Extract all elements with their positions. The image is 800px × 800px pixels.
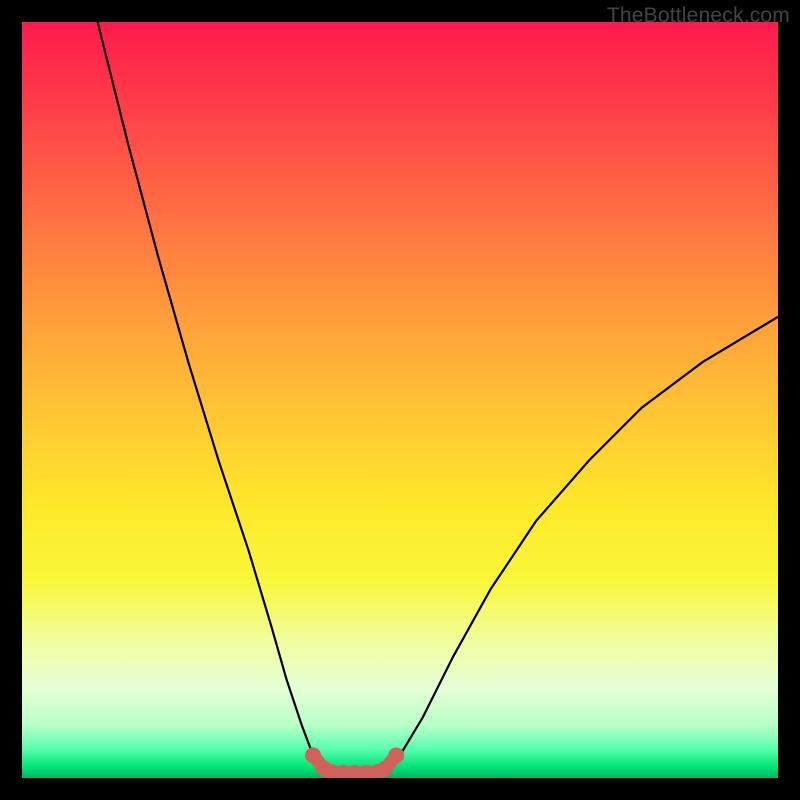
marker-band-dots-point [388,747,404,763]
marker-band-dots [305,747,404,778]
marker-band-dots-point [305,747,321,763]
marker-band-dots-point [377,761,393,777]
plot-area [22,22,778,778]
chart-frame: TheBottleneck.com [0,0,800,800]
curve-right [385,317,778,769]
watermark-text: TheBottleneck.com [607,4,790,28]
bottleneck-curve-chart [22,22,778,778]
curve-left [98,22,325,769]
